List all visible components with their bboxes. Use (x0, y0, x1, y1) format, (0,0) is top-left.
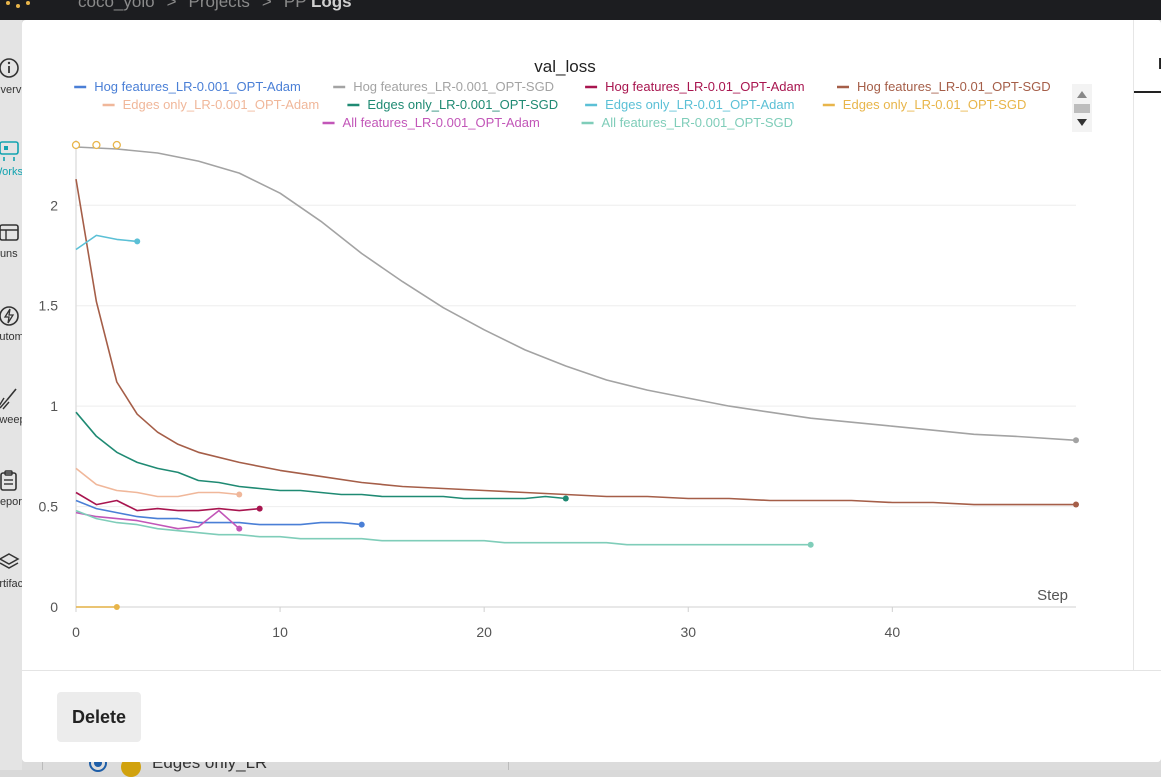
chart-modal: val_loss 0 0.5 1 1.5 2 0 10 20 30 40 Step Hog featur… (22, 20, 1161, 762)
legend-item: Hog features_LR-0.001_OPT-SGD (353, 79, 554, 94)
nav-label: Reports (0, 496, 22, 508)
legend-item: All features_LR-0.001_OPT-Adam (343, 115, 540, 130)
x-tick-label: 40 (885, 624, 901, 640)
automation-icon (0, 306, 19, 326)
logo-icon (4, 0, 34, 10)
left-nav: Overview Workspace Runs Automations Swee… (0, 20, 22, 770)
breadcrumb-section[interactable]: Projects (189, 0, 250, 11)
scroll-down-icon[interactable] (1077, 119, 1087, 126)
breadcrumb-current: Logs (310, 0, 352, 11)
clipboard-icon (0, 470, 17, 491)
series-line (75, 491, 260, 512)
breadcrumb-current-prefix: PP (283, 0, 307, 11)
series-line (75, 178, 1076, 506)
x-tick-label: 10 (272, 624, 288, 640)
series-end-point (113, 604, 120, 610)
x-tick-label: 30 (680, 624, 696, 640)
nav-label: Artifacts (0, 578, 22, 590)
open-marker (92, 140, 101, 150)
open-marker (71, 140, 81, 150)
series-end-point (236, 525, 243, 532)
series-end-point (256, 505, 263, 512)
x-axis-label: Step (1037, 587, 1068, 604)
broom-icon (0, 388, 17, 410)
legend-item: Hog features_LR-0.01_OPT-Adam (605, 79, 804, 94)
legend-item: Edges only_LR-0.01_OPT-SGD (843, 97, 1027, 112)
series-line (75, 499, 362, 526)
breadcrumb: coco_yolo > Projects > PP Logs (78, 0, 352, 12)
side-panel: I (1133, 20, 1161, 670)
table-icon (0, 224, 19, 241)
series-line (75, 146, 1077, 442)
breadcrumb-separator: > (166, 0, 177, 11)
series-end-point (134, 238, 141, 245)
layers-icon (0, 553, 20, 569)
open-marker (112, 140, 121, 150)
breadcrumb-project[interactable]: coco_yolo (78, 0, 155, 11)
info-icon (0, 58, 19, 78)
x-tick-label: 20 (476, 624, 492, 640)
nav-label: Workspace (0, 166, 22, 178)
y-tick-label: 1.5 (39, 298, 59, 314)
series-end-point (1073, 501, 1079, 508)
nav-label: Automations (0, 331, 22, 343)
y-tick-label: 0.5 (39, 499, 59, 515)
y-tick-label: 1 (50, 398, 58, 414)
legend-item: Hog features_LR-0.001_OPT-Adam (94, 79, 301, 94)
val-loss-chart: val_loss00.511.520 10 20 30 40StepHog featur… (39, 57, 1079, 640)
y-tick-label: 0 (50, 599, 58, 615)
legend-item: Edges only_LR-0.001_OPT-SGD (367, 97, 558, 112)
nav-label: Runs (0, 248, 18, 260)
scroll-up-icon[interactable] (1077, 91, 1087, 98)
series-end-point (1073, 437, 1079, 444)
legend-scrollbar[interactable] (1072, 84, 1092, 132)
modal-footer: Delete (22, 670, 1161, 762)
nav-label: Overview (0, 84, 22, 96)
chart-title: val_loss (534, 57, 595, 76)
series-end-point (358, 521, 365, 528)
legend-item: All features_LR-0.001_OPT-SGD (602, 115, 793, 130)
side-panel-tab-underline (1134, 91, 1161, 93)
breadcrumb-separator: > (261, 0, 272, 11)
x-tick-label: 0 (72, 624, 80, 640)
nav-label: Sweeps (0, 414, 22, 426)
legend-item: Edges only_LR-0.01_OPT-Adam (605, 97, 794, 112)
delete-button[interactable]: Delete (57, 692, 141, 742)
legend-item: Hog features_LR-0.01_OPT-SGD (857, 79, 1051, 94)
series-end-point (807, 541, 814, 548)
y-tick-label: 2 (50, 197, 58, 213)
workspace-icon (0, 141, 19, 161)
scroll-thumb[interactable] (1074, 104, 1090, 113)
series-end-point (236, 491, 243, 498)
top-bar: coco_yolo > Projects > PP Logs (0, 0, 1161, 20)
series-end-point (562, 495, 569, 502)
legend-item: Edges only_LR-0.001_OPT-Adam (123, 97, 320, 112)
